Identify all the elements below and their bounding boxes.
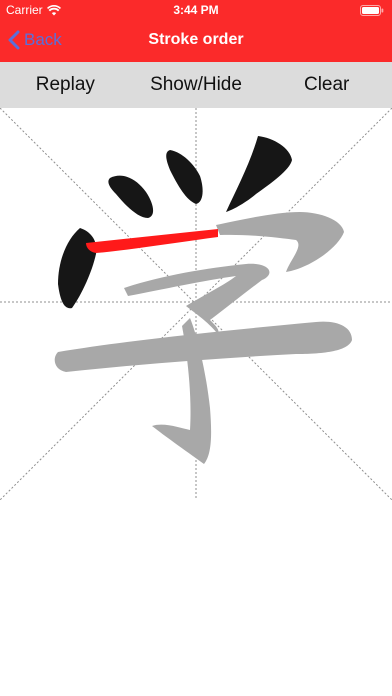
status-time: 3:44 PM xyxy=(173,3,219,17)
show-hide-button[interactable]: Show/Hide xyxy=(131,74,262,96)
battery-icon xyxy=(360,5,384,16)
stroke-order-drawing xyxy=(0,108,392,500)
stroke-dot-left xyxy=(108,175,154,218)
stroke-left-falling xyxy=(226,136,292,212)
replay-button[interactable]: Replay xyxy=(0,74,131,96)
header: Carrier 3:44 PM Back Stroke order xyxy=(0,0,392,62)
clear-button[interactable]: Clear xyxy=(261,74,392,96)
stroke-active xyxy=(86,229,218,253)
stroke-canvas[interactable] xyxy=(0,108,392,500)
stroke-zigzag xyxy=(124,263,270,334)
stroke-long-horizontal xyxy=(54,321,352,372)
stroke-dot-middle xyxy=(166,150,203,204)
stroke-crown-dot xyxy=(58,228,97,309)
status-bar: Carrier 3:44 PM xyxy=(0,0,392,20)
navigation-bar: Back Stroke order xyxy=(0,20,392,62)
toolbar: Replay Show/Hide Clear xyxy=(0,62,392,108)
stroke-crown-hook xyxy=(216,212,344,272)
page-title: Stroke order xyxy=(148,31,244,48)
